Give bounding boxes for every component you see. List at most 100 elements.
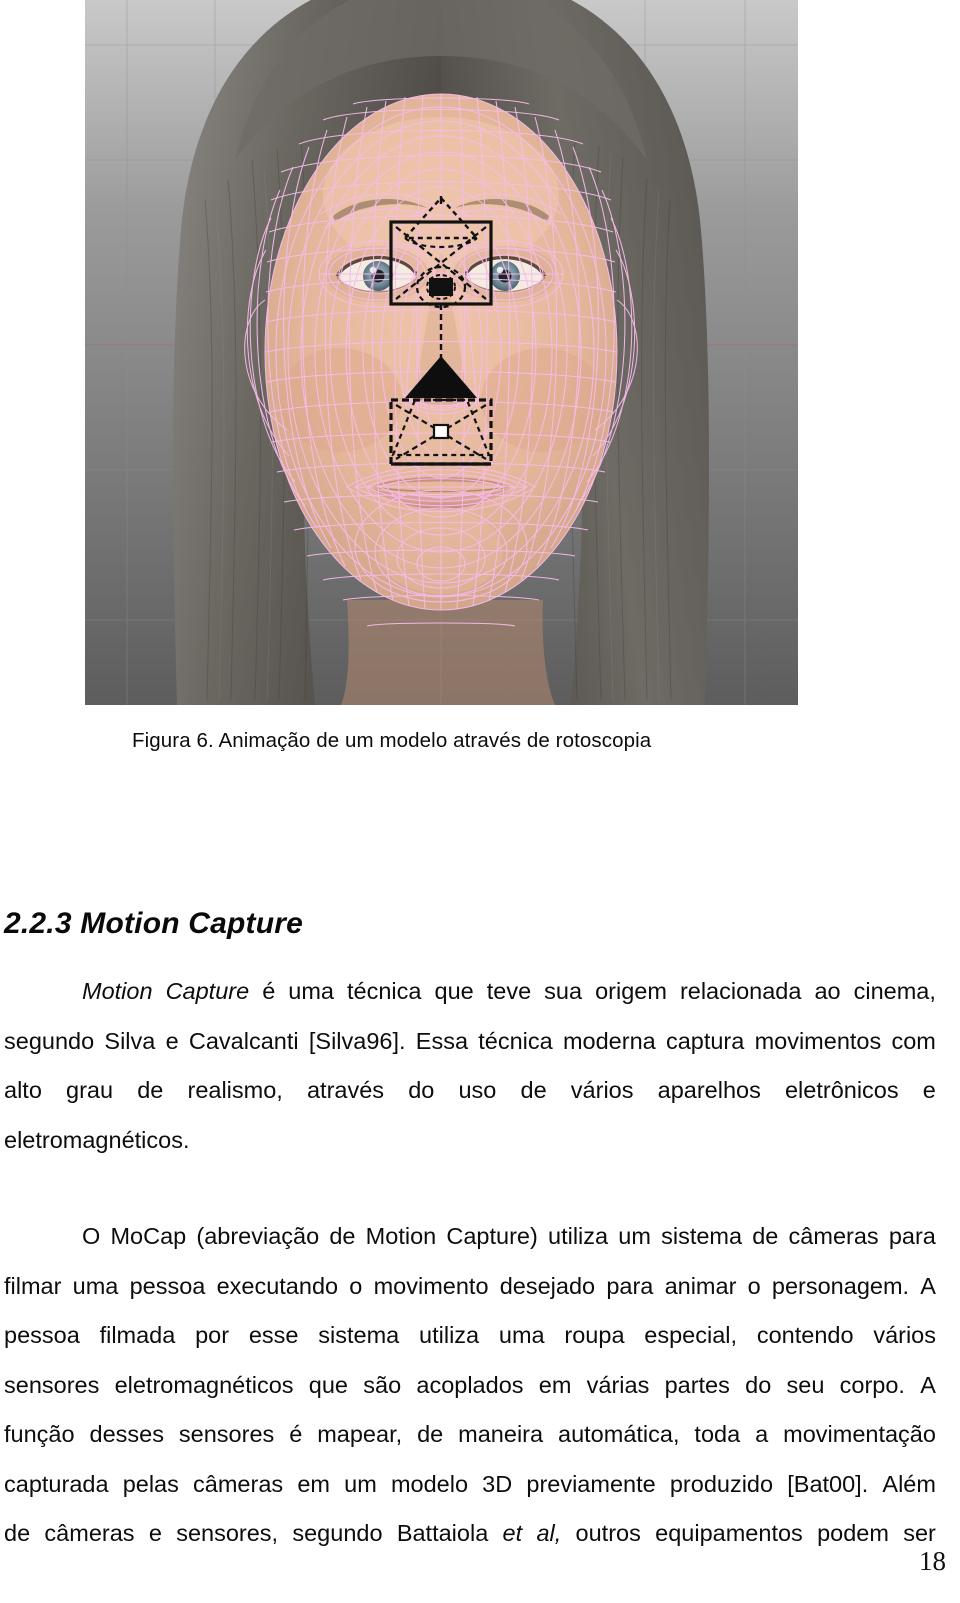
word: Capture) (446, 1223, 538, 1249)
word: do (745, 1371, 772, 1398)
word: câmeras (193, 1470, 284, 1497)
word: e (922, 1077, 936, 1103)
word: um (618, 1223, 651, 1249)
word: utiliza (548, 1223, 609, 1249)
word: em (538, 1371, 572, 1398)
word: capturada (4, 1470, 109, 1497)
word: Motion (82, 978, 153, 1004)
word: teve (486, 978, 532, 1004)
word: uso (458, 1077, 497, 1103)
word: ao (814, 978, 841, 1004)
word: O (82, 1223, 101, 1249)
word: pessoa (4, 1322, 80, 1348)
paragraph-2: O MoCap (abreviação de Motion Capture) utiliza… (4, 1212, 936, 1559)
word: roupa (564, 1322, 625, 1348)
word: de (752, 1223, 779, 1249)
figure-image (85, 0, 798, 705)
word: sistema (318, 1322, 400, 1348)
word: Essa (415, 1027, 469, 1054)
word: é (262, 978, 276, 1004)
word: esse (248, 1322, 299, 1348)
word: com (891, 1027, 936, 1054)
word: grau (66, 1077, 114, 1103)
word: através (306, 1077, 385, 1103)
text-line: eletromagnéticos. (4, 1116, 936, 1166)
word: o (349, 1272, 363, 1299)
word: partes (664, 1371, 730, 1398)
text-line: função desses sensores é mapear, de maneira aut… (4, 1410, 936, 1460)
word: filmar (4, 1272, 62, 1299)
word: de (417, 1421, 444, 1447)
word: A (920, 1272, 936, 1299)
word: desses (89, 1421, 164, 1447)
word: equipamentos (655, 1520, 803, 1546)
text-line: sensores eletromagnéticos que são acoplados e… (4, 1361, 936, 1411)
word: eletromagnéticos. (4, 1126, 190, 1153)
word: para (888, 1223, 936, 1249)
word: Motion (365, 1223, 437, 1249)
text-line: capturada pelas câmeras em um modelo 3D previam… (4, 1460, 936, 1510)
word: al, (536, 1520, 562, 1546)
word: várias (586, 1371, 650, 1398)
word: realismo, (187, 1077, 283, 1103)
word: de (329, 1223, 356, 1249)
page-number: 18 (919, 1546, 946, 1576)
word: A (920, 1371, 936, 1398)
figure-caption: Figura 6. Animação de um modelo através … (132, 729, 652, 752)
word: captura (665, 1027, 745, 1054)
word: sensores (178, 1421, 275, 1447)
word: para (606, 1272, 654, 1299)
word: podem (817, 1520, 889, 1546)
word: 3D (482, 1470, 513, 1497)
word: alto (4, 1077, 42, 1103)
word: corpo. (839, 1371, 905, 1398)
word: seu (786, 1371, 825, 1398)
word: técnica (347, 978, 422, 1004)
word: movimentos (754, 1027, 882, 1054)
word: função (4, 1421, 75, 1447)
face-wireframe-render (85, 0, 798, 705)
word: Capture (165, 978, 250, 1004)
text-line: pessoa filmada por esse sistema utiliza uma rou… (4, 1311, 936, 1361)
word: personagem. (771, 1272, 910, 1299)
word: o (747, 1272, 761, 1299)
word: executando (216, 1272, 339, 1299)
word: maneira (458, 1421, 544, 1447)
word: a (755, 1421, 769, 1447)
paragraph-1: Motion Capture é uma técnica que teve sua origem… (4, 967, 936, 1165)
word: pessoa (129, 1272, 206, 1299)
word: mapear, (317, 1421, 403, 1447)
word: sensores (4, 1371, 100, 1398)
text-line: O MoCap (abreviação de Motion Capture) utiliza… (4, 1212, 936, 1262)
word: toda (694, 1421, 741, 1447)
word: que (434, 978, 474, 1004)
word: MoCap (110, 1223, 187, 1249)
word: uma (288, 978, 334, 1004)
word: especial, (644, 1322, 738, 1348)
word: aparelhos (657, 1077, 761, 1103)
word: vários (873, 1322, 936, 1348)
word: utiliza (419, 1322, 480, 1348)
word: [Silva96]. (308, 1027, 406, 1054)
word: movimentação (783, 1421, 936, 1447)
word: previamente (526, 1470, 656, 1497)
word: et (502, 1520, 523, 1546)
word: movimento (373, 1272, 489, 1299)
text-line: Motion Capture é uma técnica que teve sua origem… (4, 967, 936, 1017)
text-line: alto grau de realismo, através do uso de vários a… (4, 1066, 936, 1116)
text-line: segundo Silva e Cavalcanti [Silva96]. Essa téc… (4, 1017, 936, 1067)
word: desejado (499, 1272, 596, 1299)
word: origem (595, 978, 667, 1004)
word: (abreviação (196, 1223, 320, 1249)
word: é (289, 1421, 303, 1447)
text-line: filmar uma pessoa executando o movimento desej… (4, 1262, 936, 1312)
word: do (408, 1077, 435, 1103)
word: um (344, 1470, 377, 1497)
word: acoplados (416, 1371, 524, 1398)
word: Cavalcanti (188, 1027, 299, 1054)
word: animar (664, 1272, 737, 1299)
word: outros (575, 1520, 641, 1546)
word: são (363, 1371, 402, 1398)
word: em (297, 1470, 330, 1497)
word: pelas (122, 1470, 179, 1497)
